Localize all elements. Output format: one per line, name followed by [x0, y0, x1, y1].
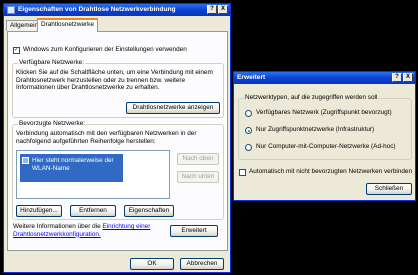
advanced-dialog: Erweitert ? X Netzwerktypen, auf die zug…: [233, 71, 416, 201]
info-text: Weitere Informationen über die Einrichtu…: [13, 223, 153, 238]
properties-dialog: Eigenschaften von Drahtlose Netzwerkverb…: [3, 3, 231, 273]
network-connection-icon: [7, 6, 15, 14]
advanced-button[interactable]: Erweitert: [170, 225, 218, 237]
option-available-network-label[interactable]: Verfügbares Netzwerk (Zugriffspunkt bevo…: [256, 109, 392, 117]
option-ad-hoc-radio[interactable]: [245, 144, 252, 151]
properties-title-bar[interactable]: Eigenschaften von Drahtlose Netzwerkverb…: [4, 4, 230, 16]
properties-title: Eigenschaften von Drahtlose Netzwerkverb…: [18, 6, 176, 13]
add-button[interactable]: Hinzufügen...: [16, 205, 62, 217]
preferred-networks-description: Verbindung automatisch mit den verfügbar…: [16, 130, 197, 145]
move-down-button[interactable]: Nach unten: [177, 171, 219, 183]
network-types-group: Netzwerktypen, auf die zugegriffen werde…: [238, 94, 412, 160]
auto-connect-checkbox[interactable]: [239, 169, 246, 176]
available-networks-label: Verfügbare Netzwerke:: [18, 59, 86, 66]
preferred-networks-label: Bevorzugte Netzwerke:: [18, 120, 87, 127]
tab-wireless-networks[interactable]: Drahtlosnetzwerke: [37, 18, 98, 32]
wireless-tab-panel: ✓ Windows zum Konfigurieren der Einstell…: [7, 31, 228, 251]
use-windows-label[interactable]: Windows zum Konfigurieren der Einstellun…: [23, 46, 187, 54]
properties-button[interactable]: Eigenschaften: [124, 205, 174, 217]
option-ad-hoc-label[interactable]: Nur Computer-mit-Computer-Netzwerke (Ad-…: [256, 143, 396, 151]
show-wireless-networks-button[interactable]: Drahtlosnetzwerke anzeigen: [126, 102, 220, 114]
advanced-close-button[interactable]: X: [403, 73, 413, 82]
advanced-title-bar[interactable]: Erweitert: [234, 72, 415, 84]
available-networks-description: Klicken Sie auf die Schaltfläche unten, …: [16, 69, 213, 91]
preferred-networks-group: Bevorzugte Netzwerke: Verbindung automat…: [12, 120, 224, 220]
move-up-button[interactable]: Nach oben: [177, 153, 219, 165]
advanced-help-button[interactable]: ?: [392, 73, 402, 82]
use-windows-checkbox[interactable]: ✓: [13, 47, 20, 54]
cancel-button[interactable]: Abbrechen: [180, 258, 224, 270]
close-advanced-button[interactable]: Schließen: [366, 183, 412, 195]
remove-button[interactable]: Entfernen: [70, 205, 116, 217]
option-access-point-radio[interactable]: [245, 127, 252, 134]
option-access-point-label[interactable]: Nur Zugriffspunktnetzwerke (Infrastruktu…: [256, 126, 374, 134]
help-button[interactable]: ?: [207, 5, 217, 14]
advanced-title: Erweitert: [237, 74, 266, 81]
option-available-network-radio[interactable]: [245, 110, 252, 117]
available-networks-group: Verfügbare Netzwerke: Klicken Sie auf di…: [12, 59, 224, 118]
list-item[interactable]: Hier steht normalerweise der WLAN-Name: [20, 154, 123, 182]
close-button[interactable]: X: [218, 5, 228, 14]
preferred-networks-list[interactable]: Hier steht normalerweise der WLAN-Name: [16, 150, 170, 199]
ok-button[interactable]: OK: [130, 258, 174, 270]
auto-connect-label[interactable]: Automatisch mit nicht bevorzugten Netzwe…: [249, 168, 412, 176]
network-types-label: Netzwerktypen, auf die zugegriffen werde…: [244, 94, 379, 101]
network-name: Hier steht normalerweise der WLAN-Name: [32, 157, 114, 172]
wireless-network-icon: [22, 157, 29, 164]
info-text-prefix: Weitere Informationen über die: [13, 223, 101, 230]
